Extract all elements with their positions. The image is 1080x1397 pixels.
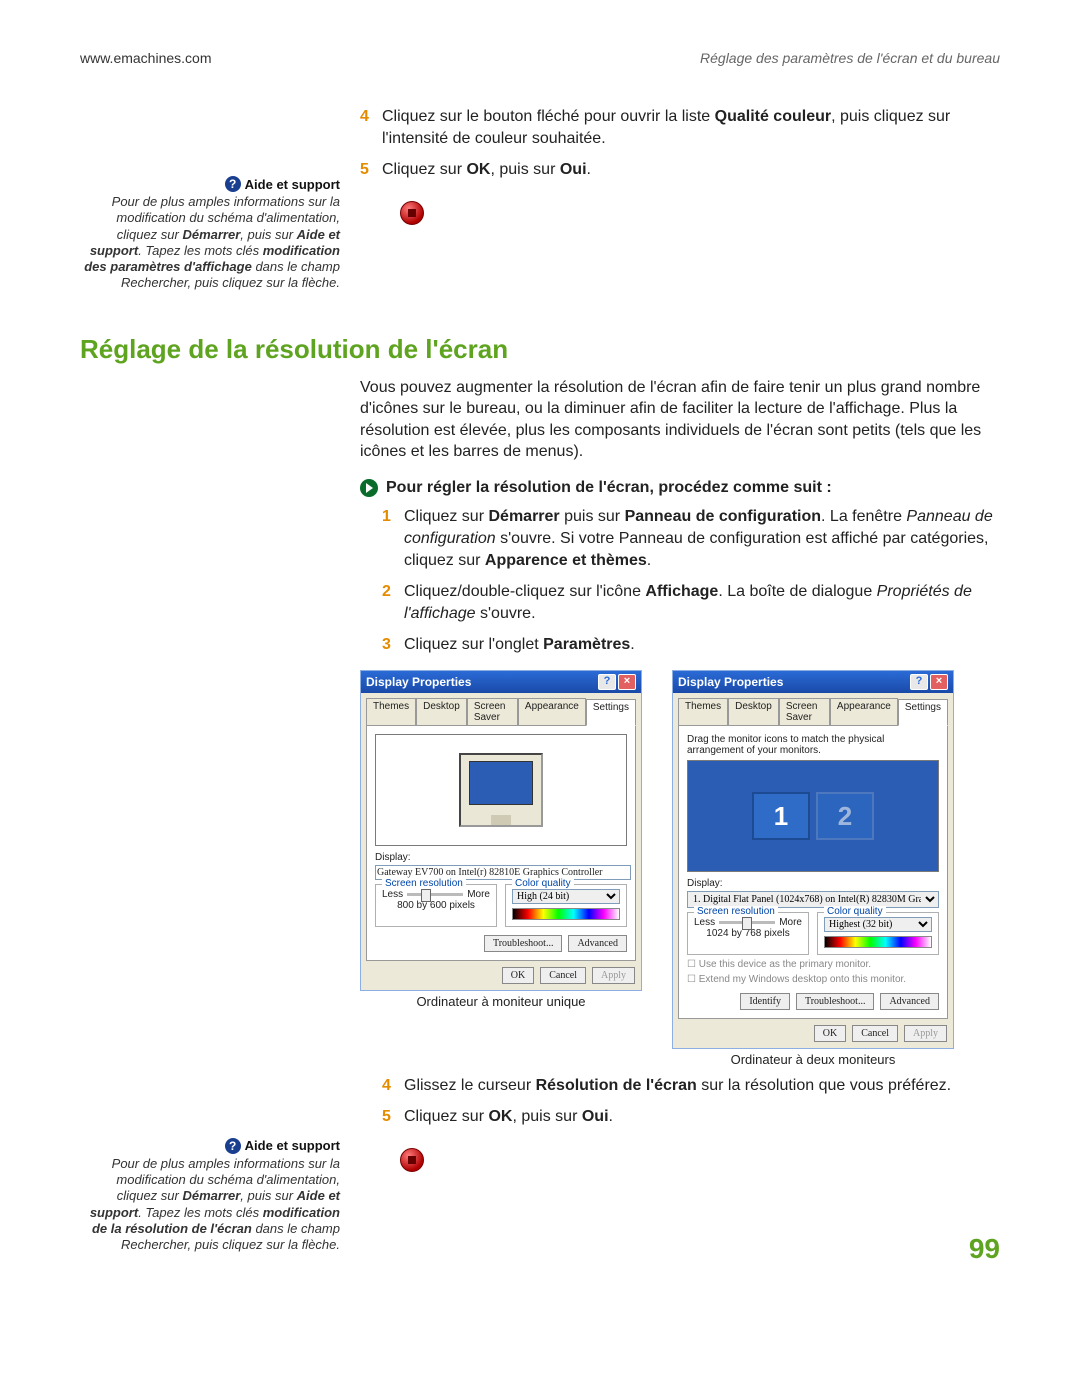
step-text: Cliquez sur l'onglet Paramètres. [404,636,635,653]
group-color: Color quality [512,878,574,889]
display-properties-dialog-single: Display Properties ? × Themes Desktop Sc… [360,670,642,991]
help-text: Pour de plus amples informations sur la … [80,1156,340,1254]
header-chapter: Réglage des paramètres de l'écran et du … [700,50,1000,66]
dialog-title: Display Properties [366,675,471,689]
tab-settings[interactable]: Settings [586,699,636,726]
rainbow-bar-icon [512,908,620,920]
help-button[interactable]: ? [598,674,616,690]
step-text: Cliquez sur OK, puis sur Oui. [382,161,591,178]
section-heading: Réglage de la résolution de l'écran [80,334,1000,365]
tab-screensaver[interactable]: Screen Saver [779,698,830,725]
help-title: Aide et support [245,177,340,192]
monitor-preview-icon [459,753,543,827]
screenshot-caption: Ordinateur à deux moniteurs [672,1051,954,1069]
identify-button[interactable]: Identify [740,993,790,1010]
help-icon: ? [225,1138,241,1154]
resolution-slider[interactable]: LessMore [382,889,490,900]
help-button[interactable]: ? [910,674,928,690]
screenshot-caption: Ordinateur à moniteur unique [360,993,642,1011]
step-text: Cliquez sur le bouton fléché pour ouvrir… [382,108,950,147]
advanced-button[interactable]: Advanced [568,935,627,952]
group-resolution: Screen resolution [382,878,466,889]
advanced-button[interactable]: Advanced [880,993,939,1010]
rainbow-bar-icon [824,936,932,948]
group-color: Color quality [824,906,886,917]
apply-button[interactable]: Apply [904,1025,947,1042]
display-label: Display: [687,878,939,889]
page-number: 99 [969,1233,1000,1265]
monitor-2-icon[interactable]: 2 [816,792,874,840]
close-button[interactable]: × [618,674,636,690]
display-label: Display: [375,852,627,863]
step-text: Cliquez sur OK, puis sur Oui. [404,1108,613,1125]
close-button[interactable]: × [930,674,948,690]
monitor-1-icon[interactable]: 1 [752,792,810,840]
tab-appearance[interactable]: Appearance [830,698,898,725]
tab-themes[interactable]: Themes [678,698,728,725]
drag-hint: Drag the monitor icons to match the phys… [687,734,939,756]
cancel-button[interactable]: Cancel [540,967,586,984]
help-icon: ? [225,176,241,192]
tab-appearance[interactable]: Appearance [518,698,586,725]
tab-desktop[interactable]: Desktop [728,698,779,725]
resolution-value: 800 by 600 pixels [382,900,490,911]
group-resolution: Screen resolution [694,906,778,917]
help-title: Aide et support [245,1138,340,1153]
help-text: Pour de plus amples informations sur la … [80,194,340,292]
tab-screensaver[interactable]: Screen Saver [467,698,518,725]
intro-paragraph: Vous pouvez augmenter la résolution de l… [360,377,1000,463]
header-url: www.emachines.com [80,50,212,66]
stop-icon [400,201,424,225]
primary-monitor-checkbox[interactable]: ☐ Use this device as the primary monitor… [687,959,939,970]
apply-button[interactable]: Apply [592,967,635,984]
step-text: Cliquez sur Démarrer puis sur Panneau de… [404,508,993,568]
troubleshoot-button[interactable]: Troubleshoot... [484,935,562,952]
ok-button[interactable]: OK [814,1025,846,1042]
step-text: Cliquez/double-cliquez sur l'icône Affic… [404,583,972,622]
resolution-slider[interactable]: LessMore [694,917,802,928]
troubleshoot-button[interactable]: Troubleshoot... [796,993,874,1010]
color-quality-select[interactable]: High (24 bit) [512,889,620,904]
tab-themes[interactable]: Themes [366,698,416,725]
step-text: Glissez le curseur Résolution de l'écran… [404,1077,951,1094]
ok-button[interactable]: OK [502,967,534,984]
stop-icon [400,1148,424,1172]
tab-settings[interactable]: Settings [898,699,948,726]
display-properties-dialog-dual: Display Properties ? × Themes Desktop Sc… [672,670,954,1049]
color-quality-select[interactable]: Highest (32 bit) [824,917,932,932]
tab-desktop[interactable]: Desktop [416,698,467,725]
play-icon [360,479,378,497]
procedure-title: Pour régler la résolution de l'écran, pr… [386,477,832,499]
cancel-button[interactable]: Cancel [852,1025,898,1042]
dialog-title: Display Properties [678,675,783,689]
extend-desktop-checkbox[interactable]: ☐ Extend my Windows desktop onto this mo… [687,974,939,985]
